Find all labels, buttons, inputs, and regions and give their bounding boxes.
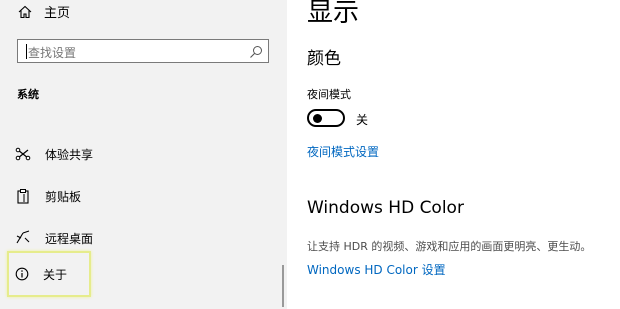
- sidebar-item-label: 远程桌面: [45, 231, 94, 246]
- search-icon[interactable]: [249, 44, 263, 58]
- hd-color-description: 让支持 HDR 的视频、游戏和应用的画面更明亮、更生动。: [307, 240, 592, 253]
- sidebar-item-label: 体验共享: [45, 147, 94, 162]
- search-placeholder: 查找设置: [28, 46, 77, 60]
- sidebar-item-label: 关于: [43, 267, 68, 282]
- sidebar-item-shared-experiences[interactable]: 体验共享: [6, 136, 276, 172]
- search-input[interactable]: 查找设置: [17, 39, 269, 63]
- remote-desktop-icon: [15, 230, 31, 246]
- sidebar-item-home[interactable]: 主页: [18, 2, 70, 21]
- sidebar: 主页 查找设置 系统 体验共享 剪贴板 远程桌面 关于: [0, 0, 287, 309]
- sidebar-item-about[interactable]: 关于: [7, 251, 91, 297]
- sidebar-item-label: 剪贴板: [45, 189, 82, 204]
- clipboard-icon: [15, 188, 31, 204]
- night-light-settings-link[interactable]: 夜间模式设置: [307, 143, 379, 160]
- home-icon: [18, 5, 32, 19]
- sidebar-item-clipboard[interactable]: 剪贴板: [6, 178, 276, 214]
- page-title: 显示: [307, 0, 360, 28]
- sidebar-section-title: 系统: [17, 88, 39, 101]
- text-cursor: [26, 44, 27, 59]
- night-light-label: 夜间模式: [307, 88, 351, 101]
- sidebar-item-label: 主页: [44, 6, 71, 21]
- sidebar-scrollbar[interactable]: [282, 265, 284, 307]
- night-light-toggle[interactable]: [307, 109, 345, 127]
- toggle-knob: [313, 114, 322, 123]
- night-light-state: 关: [356, 113, 369, 127]
- hd-color-heading: Windows HD Color: [307, 198, 464, 218]
- color-heading: 颜色: [307, 49, 341, 69]
- hd-color-settings-link[interactable]: Windows HD Color 设置: [307, 261, 446, 278]
- main-content: 显示 颜色 夜间模式 关 夜间模式设置 Windows HD Color 让支持…: [307, 0, 620, 309]
- shared-experiences-icon: [15, 146, 31, 162]
- info-icon: [14, 266, 30, 282]
